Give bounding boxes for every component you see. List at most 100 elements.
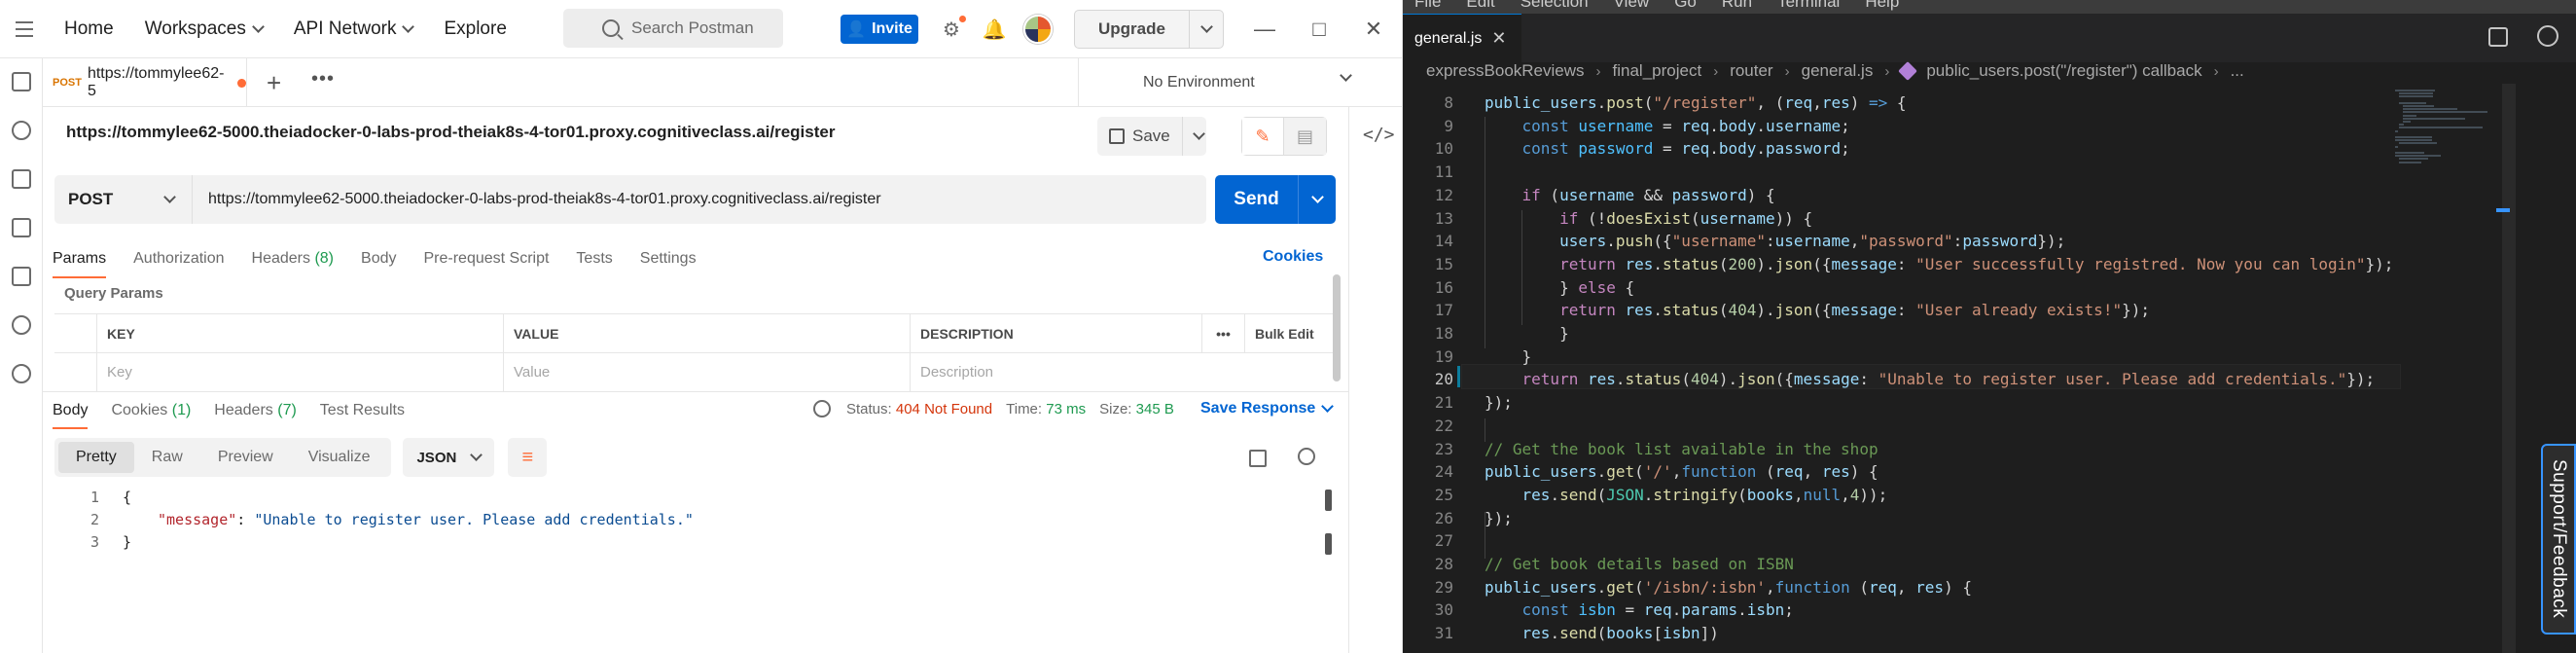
apis-icon[interactable] (12, 121, 31, 140)
view-preview-button[interactable]: Preview (200, 442, 291, 473)
breadcrumb-item[interactable]: final_project (1613, 61, 1702, 81)
tab-params[interactable]: Params (43, 239, 116, 278)
url-input[interactable] (193, 191, 1206, 208)
menu-go[interactable]: Go (1674, 0, 1697, 14)
flows-icon[interactable] (12, 315, 31, 335)
code-line: 18 } (1403, 322, 2405, 345)
breadcrumb-item[interactable]: public_users.post("/register") callback (1926, 61, 2201, 81)
nav-api-network[interactable]: API Network (278, 0, 429, 58)
environments-icon[interactable] (12, 169, 31, 189)
code-line: 25 res.send(JSON.stringify(books,null,4)… (1403, 484, 2405, 507)
cookies-link[interactable]: Cookies (1263, 248, 1323, 266)
bulk-edit-button[interactable]: Bulk Edit (1245, 314, 1339, 353)
minimap[interactable] (2395, 84, 2492, 653)
response-tab-test-results[interactable]: Test Results (310, 392, 414, 429)
code-token: status (1663, 254, 1719, 273)
right-rail: </> (1348, 107, 1402, 653)
add-user-icon: 👤 (846, 21, 867, 38)
view-visualize-button[interactable]: Visualize (291, 442, 388, 473)
menu-icon[interactable] (0, 0, 49, 58)
close-icon[interactable]: ✕ (1491, 28, 1506, 49)
globe-icon[interactable] (813, 400, 831, 417)
collections-icon[interactable] (12, 72, 31, 91)
view-raw-button[interactable]: Raw (134, 442, 200, 473)
edit-comment-toggle: ✎ ▤ (1241, 117, 1327, 156)
tab-authorization[interactable]: Authorization (124, 239, 233, 278)
tab-body[interactable]: Body (351, 239, 406, 278)
chevron-down-icon[interactable] (1192, 127, 1205, 140)
bell-icon[interactable]: 🔔 (979, 14, 1010, 45)
search-icon[interactable] (1298, 448, 1315, 465)
copy-icon[interactable] (1249, 450, 1267, 467)
more-options-icon[interactable]: ••• (1202, 314, 1245, 353)
minimize-icon[interactable]: — (1251, 16, 1278, 43)
method-select[interactable]: POST (54, 175, 193, 224)
minimap-line (2403, 111, 2488, 114)
nav-explore[interactable]: Explore (428, 0, 521, 58)
format-select[interactable]: JSON (403, 438, 495, 477)
menu-selection[interactable]: Selection (1521, 0, 1589, 14)
close-icon[interactable]: ✕ (1360, 16, 1387, 43)
response-scrollbar[interactable] (1325, 533, 1332, 555)
tab-tests[interactable]: Tests (566, 239, 622, 278)
breadcrumb-item[interactable]: general.js (1802, 61, 1874, 81)
mock-servers-icon[interactable] (12, 218, 31, 237)
environment-selector[interactable]: No Environment (1078, 58, 1389, 107)
breadcrumb-item[interactable]: router (1730, 61, 1772, 81)
time-value[interactable]: 73 ms (1046, 401, 1086, 417)
avatar[interactable] (1023, 15, 1053, 44)
tab-settings[interactable]: Settings (630, 239, 706, 278)
menu-edit[interactable]: Edit (1466, 0, 1494, 14)
maximize-icon[interactable]: □ (1306, 16, 1333, 43)
code-snippet-icon[interactable]: </> (1363, 125, 1395, 145)
status-code[interactable]: 404 Not Found (896, 401, 992, 417)
menu-help[interactable]: Help (1865, 0, 1899, 14)
menu-view[interactable]: View (1614, 0, 1650, 14)
json-line: "message": "Unable to register user. Ple… (158, 511, 694, 528)
tab-headers[interactable]: Headers (8) (242, 239, 344, 278)
line-text: if (username && password) { (1485, 184, 1775, 207)
send-dropdown[interactable] (1299, 191, 1336, 203)
tab-pre-request-script[interactable]: Pre-request Script (413, 239, 558, 278)
key-input[interactable]: Key (97, 353, 504, 392)
request-tab[interactable]: POST https://tommylee62-5 (43, 58, 247, 107)
more-actions-icon[interactable] (2537, 25, 2558, 47)
code-token: params (1681, 600, 1738, 620)
upgrade-dropdown[interactable] (1190, 20, 1223, 33)
nav-home[interactable]: Home (49, 0, 129, 58)
response-tab-body[interactable]: Body (43, 392, 97, 429)
send-button[interactable]: Send (1215, 175, 1336, 224)
monitors-icon[interactable] (12, 267, 31, 286)
upgrade-button[interactable]: Upgrade (1074, 10, 1224, 49)
editor-tab-general-js[interactable]: general.js ✕ (1403, 14, 1521, 62)
nav-workspaces[interactable]: Workspaces (129, 0, 278, 58)
more-tabs-icon[interactable]: ••• (311, 68, 335, 91)
menu-file[interactable]: File (1414, 0, 1441, 14)
comment-icon[interactable]: ▤ (1284, 118, 1326, 155)
value-input[interactable]: Value (504, 353, 911, 392)
menu-terminal[interactable]: Terminal (1777, 0, 1840, 14)
size-value[interactable]: 345 B (1136, 401, 1174, 417)
request-scrollbar[interactable] (1333, 274, 1341, 381)
new-tab-plus-icon[interactable]: + (267, 68, 281, 98)
view-pretty-button[interactable]: Pretty (58, 442, 134, 473)
menu-run[interactable]: Run (1722, 0, 1752, 14)
save-button[interactable]: Save (1097, 117, 1206, 156)
request-title[interactable]: https://tommylee62-5000.theiadocker-0-la… (66, 123, 835, 142)
description-input[interactable]: Description (911, 353, 1339, 392)
editor-scrollbar[interactable] (2502, 84, 2516, 653)
response-tab-cookies[interactable]: Cookies (1) (101, 392, 200, 429)
search-postman-input[interactable]: Search Postman (563, 9, 783, 48)
save-response-button[interactable]: Save Response (1200, 400, 1335, 417)
wrap-lines-icon[interactable]: ≡ (508, 438, 548, 477)
invite-button[interactable]: 👤 Invite (841, 15, 918, 44)
response-tab-headers[interactable]: Headers (7) (204, 392, 306, 429)
history-icon[interactable] (12, 364, 31, 383)
breadcrumb-item[interactable]: expressBookReviews (1426, 61, 1585, 81)
response-scrollbar[interactable] (1325, 490, 1332, 511)
breadcrumb-item[interactable]: ... (2231, 61, 2244, 81)
open-changes-icon[interactable] (2488, 27, 2508, 47)
support-feedback-button[interactable]: Support/Feedback (2541, 444, 2576, 635)
pencil-icon[interactable]: ✎ (1242, 118, 1285, 155)
